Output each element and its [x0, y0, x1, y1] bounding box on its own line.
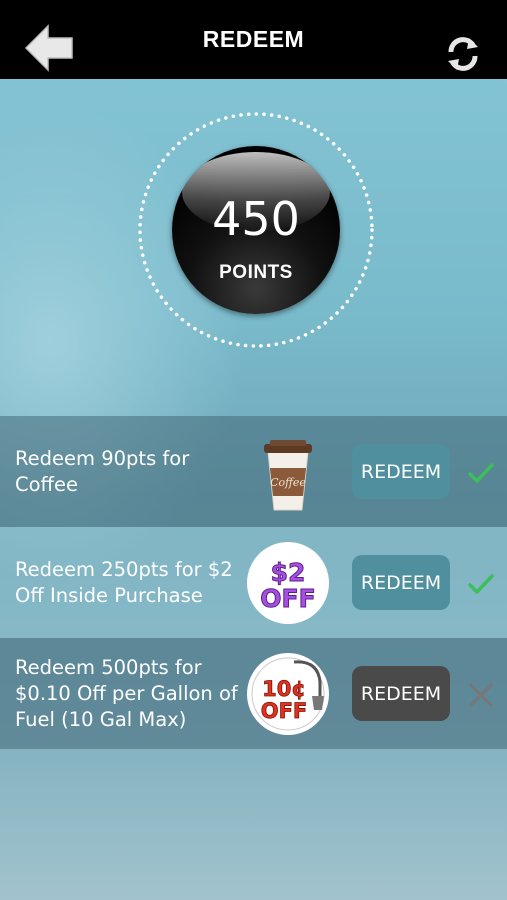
page-title: REDEEM [202, 26, 305, 52]
check-icon [468, 574, 494, 594]
back-button[interactable] [24, 24, 76, 72]
svg-text:Coffee: Coffee [270, 476, 306, 489]
refresh-icon [448, 37, 478, 71]
badge-line-2: OFF [261, 699, 308, 723]
points-orb: 450 POINTS [172, 146, 340, 314]
top-bar: REDEEM [0, 0, 507, 79]
reward-row: Redeem 90pts for Coffee Coffee REDEEM [0, 416, 507, 527]
reward-description: Redeem 250pts for $2 Off Inside Purchase [15, 557, 233, 607]
points-value: 450 [212, 192, 300, 246]
refresh-button[interactable] [443, 34, 483, 74]
coffee-cup-icon: Coffee [246, 430, 330, 514]
reward-description: Redeem 500pts for $0.10 Off per Gallon o… [15, 655, 238, 731]
back-arrow-icon [24, 24, 73, 72]
close-icon [469, 683, 493, 707]
reward-description: Redeem 90pts for Coffee [15, 446, 190, 496]
fuel-discount-badge-icon: 10¢ OFF [246, 652, 330, 736]
redeem-coffee-button[interactable]: REDEEM [352, 444, 450, 499]
reward-row: Redeem 250pts for $2 Off Inside Purchase… [0, 527, 507, 638]
points-display: 450 POINTS [136, 110, 376, 350]
badge-line-1: 10¢ [262, 677, 306, 701]
points-label: POINTS [219, 262, 293, 283]
check-icon [468, 463, 494, 483]
reward-row: Redeem 500pts for $0.10 Off per Gallon o… [0, 638, 507, 749]
badge-line-1: $2 [271, 558, 306, 587]
redeem-discount-button[interactable]: REDEEM [352, 555, 450, 610]
badge-line-2: OFF [260, 584, 315, 613]
rewards-list: Redeem 90pts for Coffee Coffee REDEEM Re… [0, 416, 507, 749]
two-dollar-off-badge-icon: $2 OFF [246, 541, 330, 625]
redeem-fuel-button[interactable]: REDEEM [352, 666, 450, 721]
